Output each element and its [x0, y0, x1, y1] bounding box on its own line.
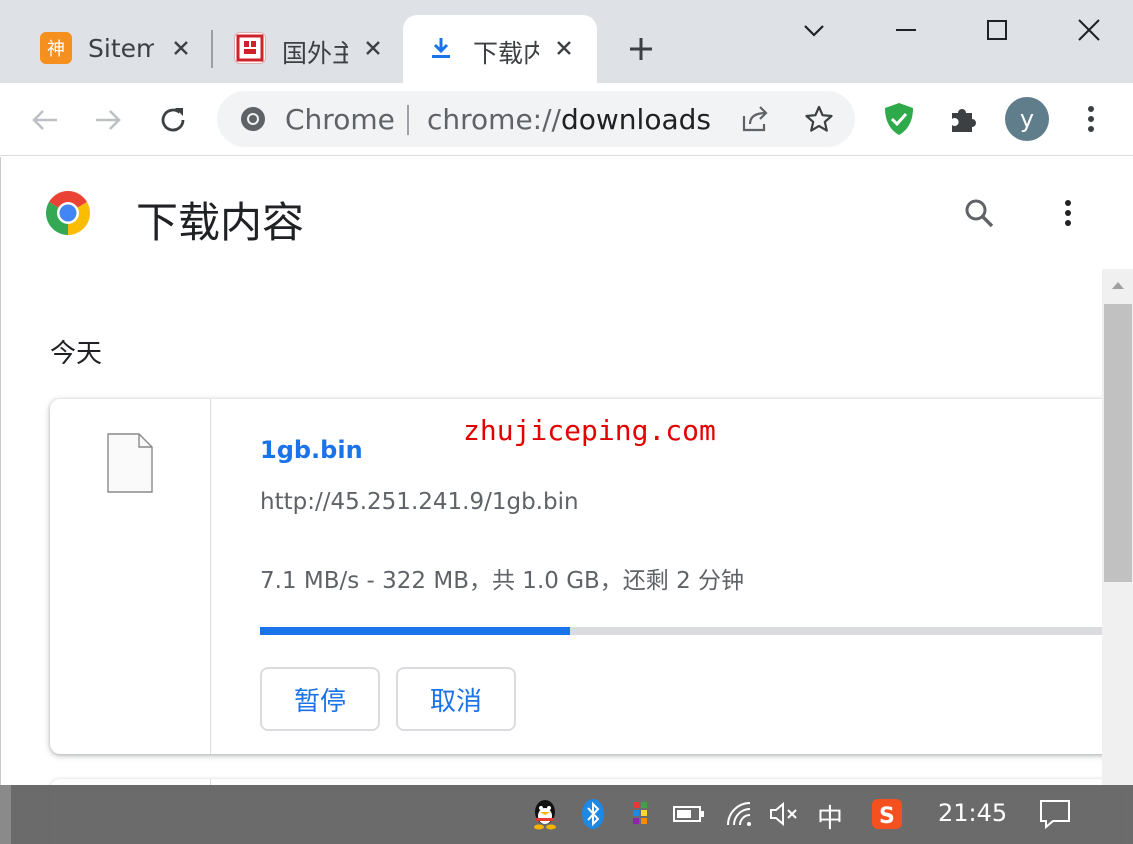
forward-icon[interactable]	[88, 100, 128, 140]
pause-button[interactable]: 暂停	[260, 667, 380, 731]
shen-favicon-icon: 神	[40, 32, 72, 64]
star-icon[interactable]	[799, 99, 839, 139]
omnibox-chip: Chrome	[285, 103, 395, 136]
download-icon-column	[50, 399, 211, 754]
chrome-logo-icon	[45, 190, 91, 240]
file-icon	[107, 433, 153, 497]
tab-search-chevron-down-icon[interactable]	[794, 10, 834, 50]
tab-title: 下载内	[473, 39, 539, 68]
window-close-icon[interactable]	[1069, 10, 1109, 50]
puzzle-icon[interactable]	[943, 99, 983, 139]
taskbar: 中 S 21:45	[0, 785, 1133, 844]
share-icon[interactable]	[735, 99, 775, 139]
chrome-logo-icon	[239, 105, 267, 137]
kebab-icon[interactable]	[1071, 99, 1111, 139]
tab-separator	[211, 30, 213, 68]
avatar[interactable]: y	[1005, 97, 1049, 141]
bluetooth-icon[interactable]	[576, 797, 610, 831]
svg-text:神: 神	[47, 39, 65, 59]
omnibox[interactable]: Chrome chrome://downloads	[217, 91, 855, 147]
sogou-icon[interactable]: S	[870, 797, 904, 831]
url-scheme: chrome://	[427, 103, 561, 136]
tab-close-icon[interactable]	[551, 35, 577, 61]
omnibox-separator	[407, 105, 409, 135]
reload-icon[interactable]	[153, 100, 193, 140]
mute-icon[interactable]	[767, 797, 801, 831]
qq-penguin-icon[interactable]	[528, 797, 562, 831]
wifi-icon[interactable]	[723, 797, 757, 831]
toolbar: Chrome chrome://downloads y	[0, 83, 1133, 156]
tab-close-icon[interactable]	[168, 35, 194, 61]
page-title: 下载内容	[136, 198, 305, 247]
maximize-icon[interactable]	[977, 10, 1017, 50]
taskbar-edge	[0, 785, 11, 844]
tab-title: Sitem	[88, 34, 154, 63]
cancel-button[interactable]: 取消	[396, 667, 516, 731]
scroll-up-arrow-icon[interactable]	[1102, 269, 1133, 301]
tab-downloads[interactable]: 下载内	[403, 15, 597, 83]
omnibox-url[interactable]: chrome://downloads	[427, 103, 711, 136]
download-item: 1gb.bin http://45.251.241.9/1gb.bin 7.1 …	[50, 399, 1120, 754]
progress-bar	[260, 627, 1120, 635]
kebab-icon[interactable]	[1048, 193, 1088, 233]
seal-favicon-icon	[234, 32, 266, 64]
file-url[interactable]: http://45.251.241.9/1gb.bin	[260, 489, 579, 515]
tab-foreign-host[interactable]: 国外主	[222, 15, 402, 83]
svg-text:S: S	[879, 804, 895, 829]
watermark: zhujiceping.com	[463, 414, 716, 447]
tab-close-icon[interactable]	[360, 35, 386, 61]
color-grid-app-icon[interactable]	[624, 797, 658, 831]
taskbar-clock[interactable]: 21:45	[938, 799, 1007, 827]
date-section-label: 今天	[50, 339, 103, 369]
tab-sitemap[interactable]: 神 Sitem	[28, 15, 208, 83]
tab-strip: 神 Sitem 国外主 下载内	[0, 0, 1133, 83]
scroll-thumb[interactable]	[1104, 304, 1132, 582]
download-icon	[425, 32, 457, 64]
search-icon[interactable]	[959, 193, 999, 233]
download-status: 7.1 MB/s - 322 MB，共 1.0 GB，还剩 2 分钟	[260, 568, 745, 594]
shield-icon[interactable]	[879, 99, 919, 139]
file-name-link[interactable]: 1gb.bin	[260, 436, 363, 464]
new-tab-button[interactable]	[624, 32, 658, 66]
scrollbar[interactable]	[1102, 269, 1133, 785]
back-icon[interactable]	[25, 100, 65, 140]
minimize-icon[interactable]	[886, 10, 926, 50]
notification-icon[interactable]	[1038, 797, 1072, 831]
ime-indicator[interactable]: 中	[817, 798, 843, 835]
screen: 神 Sitem 国外主 下载内 Chrome chrome://download…	[0, 0, 1133, 844]
tab-title: 国外主	[282, 39, 348, 68]
battery-icon[interactable]	[672, 797, 706, 831]
page-header: 下载内容	[1, 157, 1133, 269]
url-host: downloads	[560, 103, 711, 136]
progress-fill	[260, 627, 570, 635]
downloads-page: 下载内容 今天 1gb.bin http://45.251.241.9/1gb.…	[0, 157, 1133, 844]
